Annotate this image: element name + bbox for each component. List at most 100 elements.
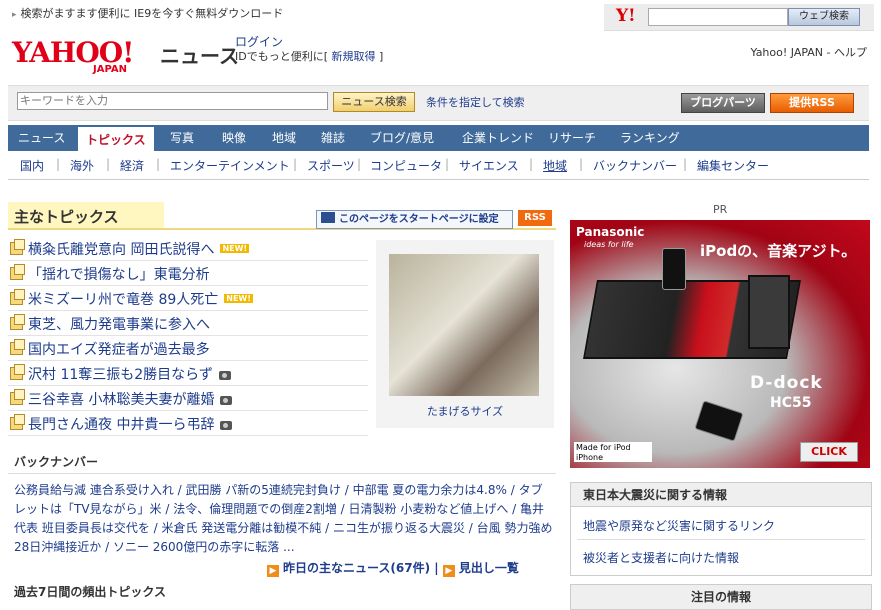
- separator: |: [357, 157, 362, 171]
- speaker-graphic: [748, 275, 790, 349]
- topic-link[interactable]: 沢村 11奪三振も2勝目ならず: [28, 367, 213, 383]
- separator: |: [106, 157, 111, 171]
- monitor-icon: [321, 212, 335, 223]
- cat-entertainment[interactable]: エンターテインメント: [170, 157, 290, 174]
- topic-photo[interactable]: [389, 254, 539, 396]
- headline-list-link[interactable]: 見出し一覧: [459, 561, 519, 575]
- main-nav: ニュース トピックス 写真 映像 地域 雑誌 ブログ/意見 企業トレンド リサー…: [8, 125, 869, 151]
- separator: |: [156, 157, 161, 171]
- tab-video[interactable]: 映像: [222, 125, 246, 151]
- cat-back-numbers[interactable]: バックナンバー: [593, 157, 677, 174]
- ad-copy: iPodの、音楽アジト。: [700, 242, 857, 260]
- pr-label: PR: [713, 203, 728, 216]
- back-numbers-more: ▶ 昨日の主なニュース(67件) | ▶ 見出し一覧: [267, 559, 519, 577]
- topics-rss-button[interactable]: RSS: [518, 210, 552, 226]
- cat-computer[interactable]: コンピュータ: [370, 157, 442, 174]
- topics-header-tab: [136, 202, 162, 228]
- topic-link[interactable]: 米ミズーリ州で竜巻 89人死亡: [28, 292, 218, 308]
- iphone-graphic: [694, 400, 744, 442]
- login-sub-prefix: IDでもっと便利に[: [235, 50, 329, 63]
- category-nav: 国内 | 海外 | 経済 | エンターテインメント | スポーツ | コンピュー…: [8, 151, 869, 180]
- topic-link[interactable]: 国内エイズ発症者が過去最多: [28, 342, 210, 358]
- tab-magazines[interactable]: 雑誌: [321, 125, 345, 151]
- web-search-input[interactable]: [648, 8, 788, 26]
- web-search-button[interactable]: ウェブ検索: [788, 8, 860, 26]
- topic-link[interactable]: 「揺れで損傷なし」東電分析: [28, 267, 210, 283]
- topic-bullet-icon: [10, 414, 25, 430]
- topic-bullet-icon: [10, 364, 25, 380]
- ad-click-button[interactable]: CLICK: [800, 442, 858, 462]
- cat-economy[interactable]: 経済: [120, 157, 144, 174]
- tab-ranking[interactable]: ランキング: [620, 125, 680, 151]
- topic-bullet-icon: [10, 389, 25, 405]
- topic-bullet-icon: [10, 264, 25, 280]
- back-numbers-title: バックナンバー: [14, 455, 99, 469]
- made-for-ipod-badge: Made for iPod iPhone: [574, 442, 652, 462]
- separator: |: [529, 157, 534, 171]
- panasonic-ad-banner[interactable]: Panasonic ideas for life iPodの、音楽アジト。 D-…: [570, 220, 870, 468]
- separator: |: [56, 157, 61, 171]
- topics-title: 主なトピックス: [14, 208, 119, 226]
- tab-local[interactable]: 地域: [272, 125, 296, 151]
- victims-support-link[interactable]: 被災者と支援者に向けた情報: [583, 549, 739, 566]
- ie9-promo-link[interactable]: ▸ 検索がますます便利に IE9を今すぐ無料ダウンロード: [12, 5, 283, 21]
- back-numbers-links[interactable]: 公務員給与減 連合系受け入れ / 武田勝 パ新の5連続完封負け / 中部電 夏の…: [14, 481, 554, 557]
- tab-research[interactable]: リサーチ: [548, 125, 596, 151]
- topic-item[interactable]: 東芝、風力発電事業に参入へ: [8, 311, 368, 336]
- yahoo-logo-japan: JAPAN: [93, 64, 127, 75]
- service-title[interactable]: ニュース: [160, 40, 239, 69]
- cat-science[interactable]: サイエンス: [459, 157, 519, 174]
- login-subtext: IDでもっと便利に[ 新規取得 ]: [235, 48, 383, 64]
- new-badge: NEW!: [224, 294, 253, 303]
- topic-bullet-icon: [10, 239, 25, 255]
- tab-business-trends[interactable]: 企業トレンド: [462, 125, 534, 151]
- triangle-icon: ▸: [12, 10, 17, 20]
- divider: [8, 473, 556, 474]
- topic-item[interactable]: 横粂氏離党意向 岡田氏説得へ NEW!: [8, 236, 368, 261]
- tab-topics[interactable]: トピックス: [78, 125, 154, 151]
- divider: [577, 539, 865, 540]
- earthquake-info-title: 東日本大震災に関する情報: [571, 483, 871, 507]
- set-start-page-button[interactable]: このページをスタートページに設定: [316, 210, 513, 229]
- frequent-topics-title: 過去7日間の頻出トピックス: [14, 585, 166, 599]
- arrow-right-icon: ▶: [267, 565, 279, 577]
- topic-link[interactable]: 長門さん通夜 中井貴一ら弔辞: [28, 417, 214, 433]
- tab-photos[interactable]: 写真: [170, 125, 194, 151]
- topic-item[interactable]: 米ミズーリ州で竜巻 89人死亡 NEW!: [8, 286, 368, 311]
- cat-world[interactable]: 海外: [70, 157, 94, 174]
- iphone-graphic: [662, 248, 686, 290]
- topic-link[interactable]: 三谷幸喜 小林聡美夫妻が離婚: [28, 392, 214, 408]
- news-search-button[interactable]: ニュース検索: [333, 92, 415, 112]
- news-search-bar: ニュース検索 条件を指定して検索 ブログパーツ 提供RSS: [8, 85, 869, 121]
- topic-item[interactable]: 長門さん通夜 中井貴一ら弔辞: [8, 411, 368, 436]
- topic-item[interactable]: 国内エイズ発症者が過去最多: [8, 336, 368, 361]
- camera-icon: [220, 396, 233, 405]
- topic-item[interactable]: 三谷幸喜 小林聡美夫妻が離婚: [8, 386, 368, 411]
- earthquake-info-box: 東日本大震災に関する情報 地震や原発など災害に関するリンク 被災者と支援者に向け…: [570, 482, 872, 576]
- cat-editorial[interactable]: 編集センター: [697, 157, 769, 174]
- cat-sports[interactable]: スポーツ: [307, 157, 355, 174]
- blog-parts-button[interactable]: ブログパーツ: [681, 93, 765, 113]
- advanced-search-link[interactable]: 条件を指定して検索: [426, 94, 525, 110]
- register-link[interactable]: 新規取得: [332, 50, 376, 63]
- photo-caption-link[interactable]: たまげるサイズ: [376, 403, 554, 419]
- cat-local[interactable]: 地域: [543, 157, 567, 174]
- disaster-links[interactable]: 地震や原発など災害に関するリンク: [583, 517, 775, 534]
- ad-product: D-dock: [750, 373, 823, 393]
- provided-rss-button[interactable]: 提供RSS: [770, 93, 854, 113]
- cat-domestic[interactable]: 国内: [20, 157, 44, 174]
- topic-link[interactable]: 横粂氏離党意向 岡田氏説得へ: [28, 242, 214, 258]
- top-links[interactable]: Yahoo! JAPAN - ヘルプ: [750, 44, 867, 60]
- topic-link[interactable]: 東芝、風力発電事業に参入へ: [28, 317, 210, 333]
- topic-item[interactable]: 「揺れで損傷なし」東電分析: [8, 261, 368, 286]
- tab-news[interactable]: ニュース: [18, 125, 65, 151]
- yesterday-news-link[interactable]: 昨日の主なニュース(67件): [283, 561, 430, 575]
- separator: |: [293, 157, 298, 171]
- tab-blog-opinion[interactable]: ブログ/意見: [370, 125, 434, 151]
- ad-brand: Panasonic: [576, 225, 645, 239]
- keyword-input[interactable]: [17, 92, 328, 110]
- new-badge: NEW!: [220, 244, 250, 253]
- topic-item[interactable]: 沢村 11奪三振も2勝目ならず: [8, 361, 368, 386]
- camera-icon: [220, 421, 233, 430]
- separator: |: [445, 157, 450, 171]
